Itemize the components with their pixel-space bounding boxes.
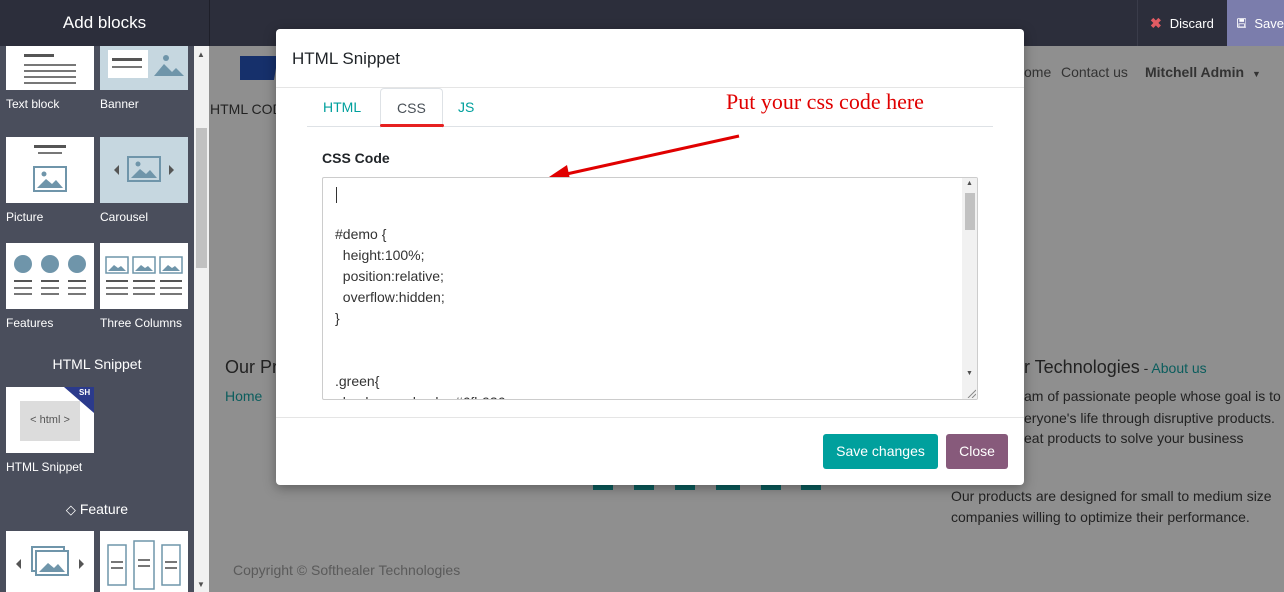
feature-section-label: Feature: [79, 501, 129, 517]
sh-badge: SH: [79, 388, 91, 397]
nav-home-link[interactable]: ome: [1024, 64, 1051, 80]
save-changes-button[interactable]: Save changes: [823, 434, 938, 469]
columns-layout-icon: [100, 531, 188, 592]
about-text-line: eryone's life through disruptive product…: [1024, 410, 1275, 426]
diamond-icon: ◇: [65, 502, 76, 517]
blocks-sidebar: Text block Banner Picture Carousel Featu…: [0, 46, 209, 592]
block-label: Picture: [6, 210, 44, 224]
css-code-text[interactable]: #demo { height:100%; position:relative; …: [335, 182, 509, 399]
block-carousel[interactable]: Carousel: [100, 137, 188, 224]
our-products-heading: Our Pr: [225, 357, 279, 377]
nav-contact-link[interactable]: Contact us: [1061, 64, 1128, 80]
about-heading: r Technologies - About us: [1024, 357, 1207, 378]
sidebar-scrollbar[interactable]: ▲ ▼: [194, 46, 209, 592]
block-label: HTML Snippet: [6, 460, 83, 474]
save-label: Save: [1254, 15, 1284, 31]
close-icon: ✖: [1150, 14, 1162, 31]
features-icon: [6, 243, 94, 309]
close-button[interactable]: Close: [946, 434, 1008, 469]
block-picture[interactable]: Picture: [6, 137, 94, 224]
html-snippet-icon: < html > SH: [6, 387, 94, 453]
user-menu[interactable]: Mitchell Admin ▼: [1145, 64, 1261, 80]
floppy-disk-icon: [1237, 18, 1247, 28]
site-logo: [240, 56, 278, 80]
discard-button[interactable]: ✖ Discard: [1137, 0, 1227, 46]
block-html-snippet[interactable]: < html > SH HTML Snippet: [6, 387, 94, 474]
caret-down-icon: ▼: [1251, 69, 1261, 79]
image-gallery-icon: [6, 531, 94, 592]
block-label: Banner: [100, 97, 139, 111]
scroll-down-arrow-icon[interactable]: ▼: [197, 580, 205, 589]
scroll-down-arrow-icon[interactable]: ▼: [966, 370, 973, 377]
carousel-icon: [100, 137, 188, 203]
picture-icon: [6, 137, 94, 203]
text-block-icon: [6, 46, 94, 90]
block-features[interactable]: Features: [6, 243, 94, 330]
add-blocks-title: Add blocks: [62, 13, 147, 32]
block-banner[interactable]: Banner: [100, 46, 188, 111]
discard-label: Discard: [1169, 15, 1214, 31]
html-code-label: HTML COD: [210, 101, 283, 117]
css-code-label: CSS Code: [322, 150, 390, 166]
section-title-html-snippet: HTML Snippet: [52, 356, 142, 372]
breadcrumb-home-link[interactable]: Home: [225, 388, 262, 404]
about-us-link[interactable]: About us: [1151, 360, 1206, 376]
editor-scrollbar[interactable]: ▲ ▼: [962, 178, 977, 399]
css-code-editor[interactable]: #demo { height:100%; position:relative; …: [322, 177, 978, 400]
block-label: Three Columns: [100, 316, 183, 330]
products-text-line: Our products are designed for small to m…: [951, 488, 1272, 504]
footer-divider: [276, 417, 1024, 418]
sidebar-scroll-thumb[interactable]: [196, 128, 207, 268]
about-dash: -: [1139, 360, 1152, 376]
about-text-line: am of passionate people whose goal is to: [1024, 388, 1281, 404]
user-name: Mitchell Admin: [1145, 64, 1245, 80]
save-button[interactable]: Save: [1227, 0, 1284, 46]
scroll-up-arrow-icon[interactable]: ▲: [197, 50, 205, 59]
block-three-columns[interactable]: Three Columns: [100, 243, 188, 330]
html-thumb-text: < html >: [30, 414, 70, 426]
topbar-divider: [209, 0, 210, 46]
products-text-line: companies willing to optimize their perf…: [951, 509, 1250, 525]
block-feature-columns[interactable]: [100, 531, 188, 592]
three-columns-icon: [100, 243, 188, 309]
text-cursor: [336, 187, 337, 203]
scroll-up-arrow-icon[interactable]: ▲: [966, 180, 973, 187]
block-label: Text block: [6, 97, 60, 111]
block-text-block[interactable]: Text block: [6, 46, 94, 111]
resize-handle-icon[interactable]: [967, 389, 976, 398]
banner-icon: [100, 46, 188, 90]
about-heading-text: r Technologies: [1024, 357, 1140, 377]
about-text-line: eat products to solve your business: [1024, 430, 1244, 446]
block-feature-slider[interactable]: [6, 531, 94, 592]
editor-scroll-thumb[interactable]: [965, 193, 975, 230]
copyright-text: Copyright © Softhealer Technologies: [233, 562, 461, 578]
section-title-feature: ◇ Feature: [0, 501, 194, 518]
block-label: Features: [6, 316, 54, 330]
block-label: Carousel: [100, 210, 149, 224]
html-snippet-dialog: HTML Snippet HTML CSS JS Put your css co…: [276, 29, 1024, 485]
